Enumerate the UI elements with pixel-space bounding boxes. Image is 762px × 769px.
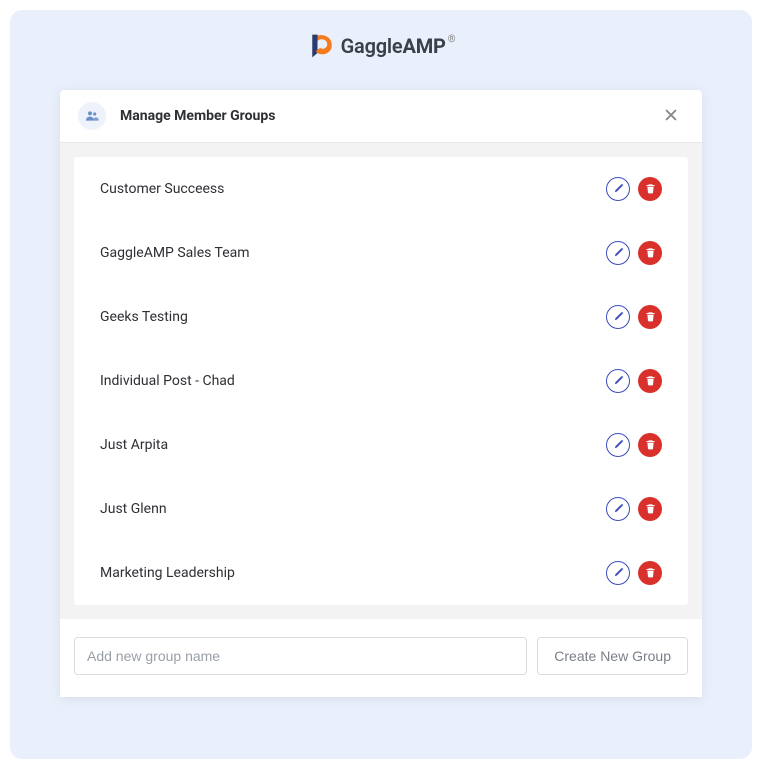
pencil-icon xyxy=(613,566,624,581)
group-row: Marketing Leadership xyxy=(74,541,688,605)
group-row: Just Arpita xyxy=(74,413,688,477)
group-row: Geeks Testing xyxy=(74,285,688,349)
registered-mark: ® xyxy=(448,34,456,45)
delete-group-button[interactable] xyxy=(638,177,662,201)
trash-icon xyxy=(645,310,656,325)
brand-name: GaggleAMP® xyxy=(341,34,456,58)
members-icon xyxy=(78,102,106,130)
edit-group-button[interactable] xyxy=(606,241,630,265)
group-name-label: Marketing Leadership xyxy=(100,565,606,581)
group-name-label: GaggleAMP Sales Team xyxy=(100,245,606,261)
group-name-label: Just Arpita xyxy=(100,437,606,453)
delete-group-button[interactable] xyxy=(638,369,662,393)
group-row: Customer Succeess xyxy=(74,157,688,221)
create-new-group-button[interactable]: Create New Group xyxy=(537,637,688,675)
row-actions xyxy=(606,177,662,201)
delete-group-button[interactable] xyxy=(638,561,662,585)
row-actions xyxy=(606,305,662,329)
group-name-label: Customer Succeess xyxy=(100,181,606,197)
trash-icon xyxy=(645,246,656,261)
manage-groups-modal: Manage Member Groups Customer Succeess xyxy=(60,90,702,697)
edit-group-button[interactable] xyxy=(606,177,630,201)
trash-icon xyxy=(645,566,656,581)
delete-group-button[interactable] xyxy=(638,305,662,329)
brand-mark-icon xyxy=(307,32,335,60)
row-actions xyxy=(606,433,662,457)
pencil-icon xyxy=(613,502,624,517)
page-background: GaggleAMP® Manage Member Groups xyxy=(10,10,752,759)
edit-group-button[interactable] xyxy=(606,497,630,521)
pencil-icon xyxy=(613,438,624,453)
pencil-icon xyxy=(613,374,624,389)
modal-body: Customer Succeess xyxy=(60,143,702,619)
row-actions xyxy=(606,241,662,265)
trash-icon xyxy=(645,502,656,517)
close-button[interactable] xyxy=(658,103,684,129)
group-list: Customer Succeess xyxy=(74,157,688,605)
close-icon xyxy=(664,106,678,126)
pencil-icon xyxy=(613,182,624,197)
trash-icon xyxy=(645,438,656,453)
delete-group-button[interactable] xyxy=(638,497,662,521)
trash-icon xyxy=(645,374,656,389)
delete-group-button[interactable] xyxy=(638,433,662,457)
group-name-label: Geeks Testing xyxy=(100,309,606,325)
group-row: GaggleAMP Sales Team xyxy=(74,221,688,285)
delete-group-button[interactable] xyxy=(638,241,662,265)
modal-header: Manage Member Groups xyxy=(60,90,702,143)
edit-group-button[interactable] xyxy=(606,369,630,393)
edit-group-button[interactable] xyxy=(606,561,630,585)
modal-title: Manage Member Groups xyxy=(120,108,658,124)
edit-group-button[interactable] xyxy=(606,433,630,457)
group-name-label: Just Glenn xyxy=(100,501,606,517)
row-actions xyxy=(606,561,662,585)
new-group-name-input[interactable] xyxy=(74,637,527,675)
group-row: Individual Post - Chad xyxy=(74,349,688,413)
pencil-icon xyxy=(613,246,624,261)
row-actions xyxy=(606,369,662,393)
group-row: Just Glenn xyxy=(74,477,688,541)
edit-group-button[interactable] xyxy=(606,305,630,329)
pencil-icon xyxy=(613,310,624,325)
trash-icon xyxy=(645,182,656,197)
brand-logo: GaggleAMP® xyxy=(10,32,752,60)
row-actions xyxy=(606,497,662,521)
group-name-label: Individual Post - Chad xyxy=(100,373,606,389)
modal-footer: Create New Group xyxy=(60,619,702,697)
